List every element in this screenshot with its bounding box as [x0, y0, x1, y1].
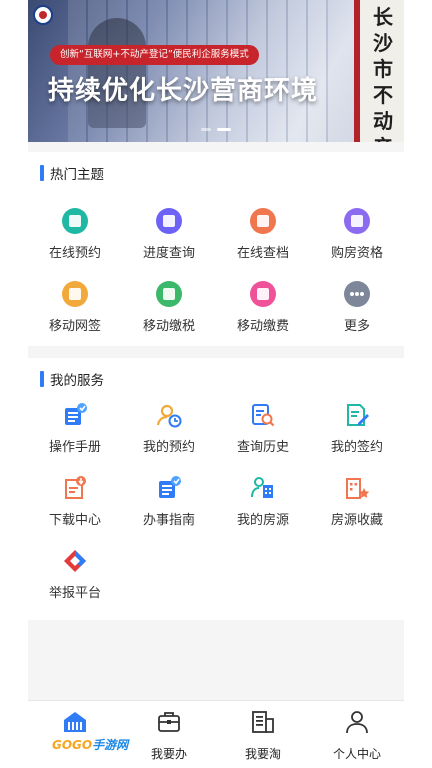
service-item-8[interactable]: 房源收藏 — [310, 467, 404, 540]
home-icon — [62, 709, 88, 739]
hot-topic-5[interactable]: 移动网签 — [28, 273, 122, 346]
my-services-title: 我的服务 — [50, 373, 104, 389]
banner-pillar-text: 长沙市不动产 — [373, 5, 393, 142]
section-title-bar — [40, 165, 44, 181]
service-item-label: 房源收藏 — [330, 513, 383, 528]
service-item-3[interactable]: 查询历史 — [216, 394, 310, 467]
emblem-icon — [33, 5, 53, 25]
service-item-label: 办事指南 — [142, 513, 195, 528]
tab-3[interactable]: 我要淘 — [216, 701, 310, 768]
tab-label: 我要办 — [150, 747, 187, 761]
promo-banner[interactable]: 长沙市不动产 创新“互联网+不动产登记”便民利企服务模式 持续优化长沙营商环境 — [28, 0, 404, 142]
service-item-7[interactable]: 我的房源 — [216, 467, 310, 540]
hot-topic-7[interactable]: 移动缴费 — [216, 273, 310, 346]
watermark-part1: GOGO — [52, 738, 93, 752]
service-item-label: 下载中心 — [48, 513, 101, 528]
service-item-1[interactable]: 操作手册 — [28, 394, 122, 467]
document-icon — [250, 208, 276, 234]
hot-topic-8[interactable]: 更多 — [310, 273, 404, 346]
tax-icon — [156, 281, 182, 307]
service-item-5[interactable]: 下载中心 — [28, 467, 122, 540]
building-icon — [344, 208, 370, 234]
service-item-label: 查询历史 — [236, 440, 289, 455]
pagination-dot-active[interactable] — [217, 128, 231, 131]
service-item-label: 我的房源 — [236, 513, 289, 528]
hot-topic-label: 在线查档 — [236, 246, 289, 261]
banner-tagline: 创新“互联网+不动产登记”便民利企服务模式 — [50, 45, 259, 65]
hot-topics-section: 热门主题 在线预约 进度查询 在线查档 购房资格移动网签 移动缴税 移动缴费 更多 — [28, 152, 404, 346]
hot-topic-label: 移动网签 — [48, 319, 101, 334]
hot-topic-3[interactable]: 在线查档 — [216, 200, 310, 273]
service-item-2[interactable]: 我的预约 — [122, 394, 216, 467]
hot-topic-6[interactable]: 移动缴税 — [122, 273, 216, 346]
hot-topic-1[interactable]: 在线预约 — [28, 200, 122, 273]
watermark-logo: GOGO手游网 — [52, 736, 128, 753]
tab-4[interactable]: 个人中心 — [310, 701, 404, 768]
manual-icon — [62, 402, 88, 428]
service-item-label: 我的预约 — [142, 440, 195, 455]
service-item-9[interactable]: 举报平台 — [28, 540, 122, 613]
briefcase-icon — [156, 709, 182, 739]
download-icon — [62, 475, 88, 501]
payment-icon — [250, 281, 276, 307]
hot-topic-label: 移动缴税 — [142, 319, 195, 334]
section-title-bar — [40, 371, 44, 387]
hot-topic-label: 进度查询 — [142, 246, 195, 261]
tab-2[interactable]: 我要办 — [122, 701, 216, 768]
hot-topics-grid: 在线预约 进度查询 在线查档 购房资格移动网签 移动缴税 移动缴费 更多 — [28, 200, 404, 346]
hot-topic-label: 购房资格 — [330, 246, 383, 261]
contract-icon — [344, 402, 370, 428]
more-icon — [344, 281, 370, 307]
service-item-label: 操作手册 — [48, 440, 101, 455]
hot-topic-label: 在线预约 — [48, 246, 101, 261]
hot-topic-label: 移动缴费 — [236, 319, 289, 334]
service-item-6[interactable]: 办事指南 — [122, 467, 216, 540]
favorite-house-icon — [344, 475, 370, 501]
pagination-dot[interactable] — [201, 128, 211, 131]
hot-topic-2[interactable]: 进度查询 — [122, 200, 216, 273]
my-services-grid: 操作手册 我的预约 查询历史 我的签约下载中心 办事指南 我的房源 房源收藏举报平台 — [28, 394, 404, 613]
tab-1[interactable] — [28, 701, 122, 768]
user-icon — [344, 709, 370, 739]
service-item-label: 举报平台 — [48, 586, 101, 601]
section-title: 我的服务 — [40, 370, 104, 389]
banner-pagination — [28, 128, 404, 131]
hot-topic-4[interactable]: 购房资格 — [310, 200, 404, 273]
history-icon — [250, 402, 276, 428]
hot-topics-title: 热门主题 — [50, 167, 104, 183]
section-title: 热门主题 — [40, 164, 104, 183]
service-item-label: 我的签约 — [330, 440, 383, 455]
my-services-section: 我的服务 操作手册 我的预约 查询历史 我的签约下载中心 办事指南 我的房源 房源收藏举报平… — [28, 358, 404, 620]
calendar-icon — [62, 208, 88, 234]
my-house-icon — [250, 475, 276, 501]
tab-label: 我要淘 — [244, 747, 281, 761]
appointment-icon — [156, 402, 182, 428]
search-icon — [156, 208, 182, 234]
sign-icon — [62, 281, 88, 307]
hot-topic-label: 更多 — [343, 319, 370, 334]
app-screen: 长沙市不动产 创新“互联网+不动产登记”便民利企服务模式 持续优化长沙营商环境 … — [28, 0, 404, 768]
tab-label: 个人中心 — [332, 747, 381, 761]
banner-headline: 持续优化长沙营商环境 — [48, 76, 319, 106]
screen: 长沙市不动产 创新“互联网+不动产登记”便民利企服务模式 持续优化长沙营商环境 … — [0, 0, 432, 768]
service-item-4[interactable]: 我的签约 — [310, 394, 404, 467]
watermark-part2: 手游网 — [92, 738, 129, 752]
guide-icon — [156, 475, 182, 501]
bottom-tab-bar: 我要办 我要淘 个人中心 — [28, 700, 404, 768]
report-icon — [62, 548, 88, 574]
house-list-icon — [250, 709, 276, 739]
